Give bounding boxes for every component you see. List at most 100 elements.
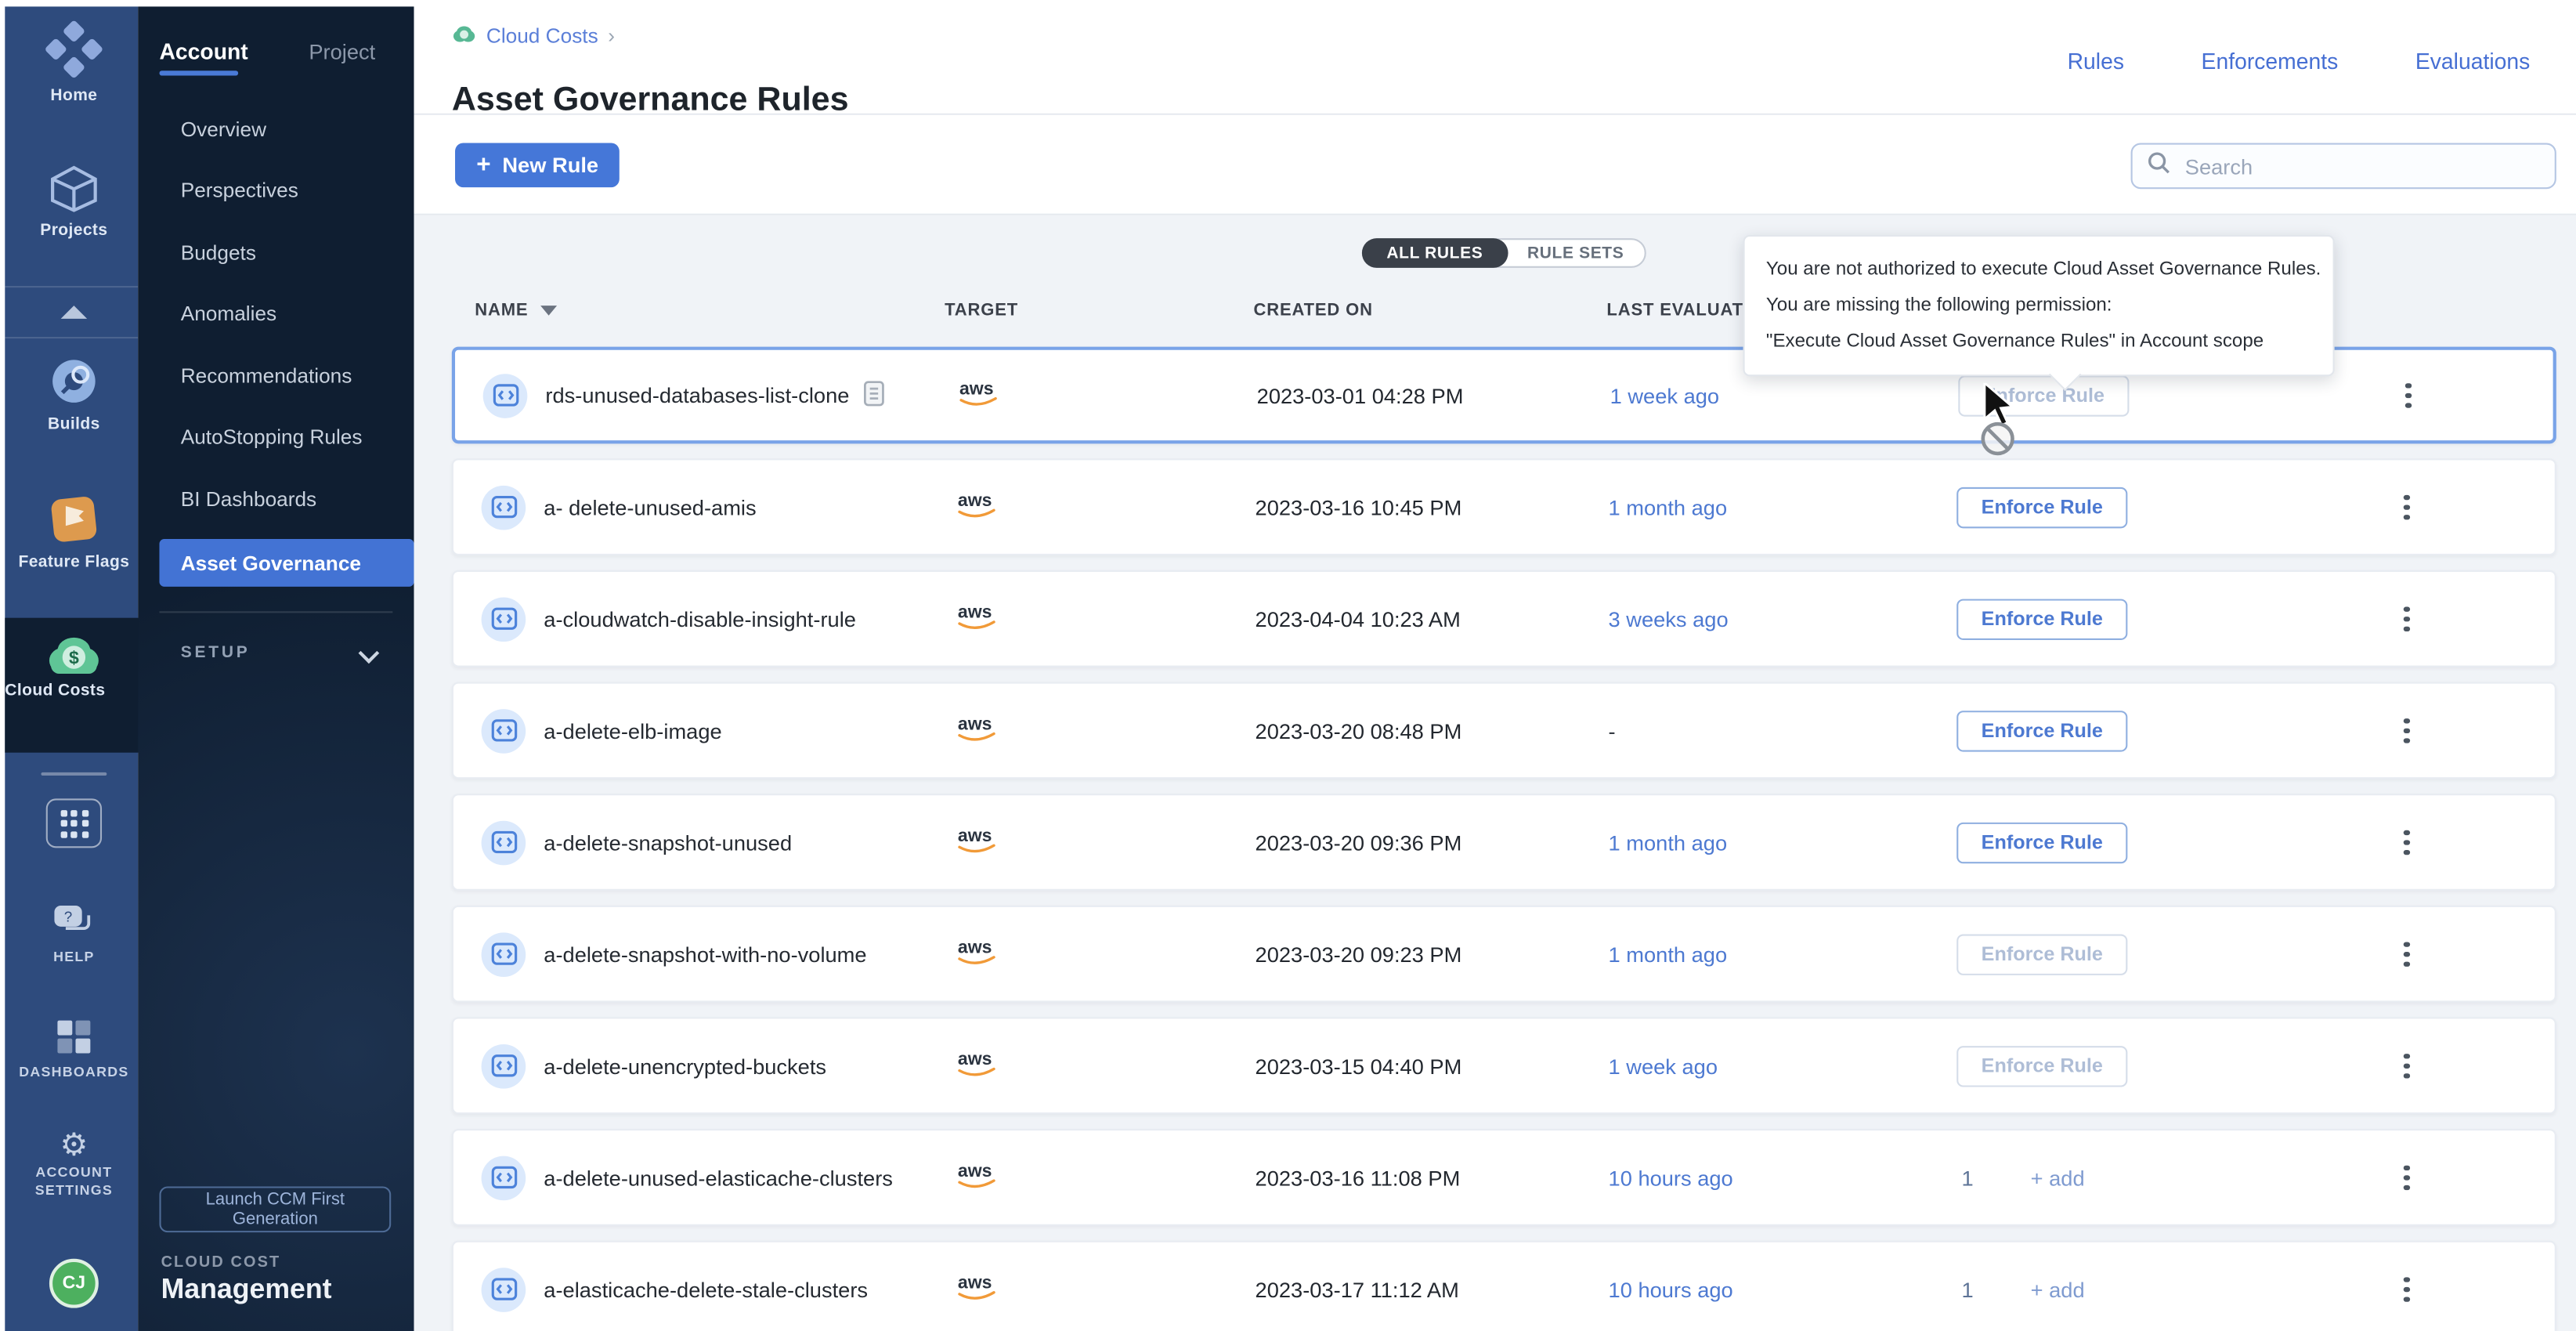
search-input[interactable] (2182, 152, 2511, 180)
rule-name[interactable]: a- delete-unused-amis (544, 494, 756, 519)
table-row[interactable]: a-delete-unencrypted-buckets aws 2023-03… (452, 1017, 2556, 1114)
rule-name[interactable]: a-delete-elb-image (544, 718, 721, 743)
enforce-rule-button[interactable]: Enforce Rule (1956, 822, 2127, 863)
header-links: Rules Enforcements Evaluations (2068, 49, 2531, 74)
last-evaluation-link[interactable]: 1 month ago (1609, 494, 1728, 519)
enforce-rule-button-disabled[interactable]: Enforce Rule (1956, 933, 2127, 974)
table-row[interactable]: a- delete-unused-amis aws 2023-03-16 10:… (452, 458, 2556, 555)
row-menu-button[interactable] (2397, 1158, 2415, 1196)
rule-name[interactable]: a-delete-unused-elasticache-clusters (544, 1165, 893, 1189)
rail-item-home[interactable]: Home (5, 20, 143, 105)
rule-icon (482, 708, 526, 753)
table-row[interactable]: a-delete-elb-image aws 2023-03-20 08:48 … (452, 682, 2556, 779)
sidenav-item-bi-dashboards[interactable]: BI Dashboards (181, 488, 316, 511)
main-content: Cloud Costs › Asset Governance Rules Rul… (414, 0, 2576, 1331)
sidenav-item-overview[interactable]: Overview (181, 118, 266, 141)
launch-ccm-first-gen-button[interactable]: Launch CCM First Generation (159, 1186, 391, 1232)
sidenav-item-autostopping-rules[interactable]: AutoStopping Rules (181, 425, 363, 448)
row-menu-button[interactable] (2397, 711, 2415, 750)
rule-name[interactable]: a-delete-snapshot-with-no-volume (544, 942, 866, 966)
link-enforcements[interactable]: Enforcements (2202, 49, 2339, 74)
new-rule-button[interactable]: + New Rule (455, 143, 620, 187)
link-evaluations[interactable]: Evaluations (2415, 49, 2530, 74)
sidenav-item-recommendations[interactable]: Recommendations (181, 365, 352, 388)
last-evaluation-link[interactable]: 1 month ago (1609, 942, 1728, 966)
created-on: 2023-03-20 08:48 PM (1255, 718, 1462, 743)
row-menu-button[interactable] (2397, 1047, 2415, 1085)
chevron-down-icon[interactable] (359, 642, 380, 664)
last-evaluation-link[interactable]: 10 hours ago (1609, 1165, 1733, 1189)
row-menu-button[interactable] (2398, 376, 2417, 414)
tab-account-underline (159, 71, 238, 75)
tab-account[interactable]: Account (159, 39, 247, 63)
rule-name[interactable]: a-cloudwatch-disable-insight-rule (544, 606, 856, 631)
copy-icon[interactable] (862, 378, 885, 411)
rail-item-account-settings[interactable]: ⚙ ACCOUNT SETTINGS (5, 1130, 143, 1199)
rail-item-projects[interactable]: Projects (5, 165, 143, 240)
permission-tooltip: You are not authorized to execute Cloud … (1743, 235, 2335, 376)
add-enforcement-link[interactable]: + add (2031, 1165, 2085, 1189)
row-menu-button[interactable] (2397, 935, 2415, 973)
add-enforcement-link[interactable]: + add (2031, 1277, 2085, 1301)
rule-name[interactable]: a-delete-unencrypted-buckets (544, 1054, 826, 1078)
column-header-name[interactable]: NAME (475, 301, 556, 320)
table-row[interactable]: a-cloudwatch-disable-insight-rule aws 20… (452, 570, 2556, 667)
table-row[interactable]: a-delete-snapshot-unused aws 2023-03-20 … (452, 794, 2556, 891)
table-row[interactable]: a-elasticache-delete-stale-clusters aws … (452, 1241, 2556, 1331)
projects-cube-icon (48, 192, 100, 220)
plus-icon: + (476, 153, 490, 177)
toolbar: + New Rule (414, 115, 2576, 215)
toggle-all-rules[interactable]: ALL RULES (1362, 238, 1508, 268)
svg-text:aws: aws (958, 936, 992, 957)
toggle-rule-sets[interactable]: RULE SETS (1506, 240, 1646, 266)
rule-name[interactable]: a-elasticache-delete-stale-clusters (544, 1277, 868, 1301)
rail-label-account-settings: ACCOUNT SETTINGS (5, 1163, 143, 1199)
module-picker-button[interactable] (46, 798, 102, 848)
row-menu-button[interactable] (2397, 487, 2415, 526)
sidenav-item-budgets[interactable]: Budgets (181, 241, 256, 264)
row-menu-button[interactable] (2397, 599, 2415, 638)
rail-item-feature-flags[interactable]: Feature Flags (5, 493, 143, 572)
rail-item-dashboards[interactable]: DASHBOARDS (5, 1018, 143, 1081)
last-evaluation-link[interactable]: 1 week ago (1609, 1054, 1718, 1078)
rail-item-builds[interactable]: Builds (5, 355, 143, 434)
enforce-rule-button[interactable]: Enforce Rule (1956, 599, 2127, 639)
last-evaluation-link[interactable]: 1 week ago (1610, 383, 1719, 407)
setup-section-label[interactable]: SETUP (181, 644, 251, 662)
sidenav-item-asset-governance[interactable]: Asset Governance (159, 539, 414, 587)
last-evaluation-link[interactable]: 1 month ago (1609, 830, 1728, 854)
breadcrumb-cloud-costs[interactable]: Cloud Costs (486, 24, 598, 47)
rail-item-help[interactable]: ? HELP (5, 904, 143, 967)
grid-icon (60, 809, 89, 837)
rail-label-dashboards: DASHBOARDS (5, 1063, 143, 1081)
enforcement-count: 1 (1962, 1277, 1974, 1301)
sidenav-item-anomalies[interactable]: Anomalies (181, 302, 276, 325)
enforce-rule-button[interactable]: Enforce Rule (1956, 486, 2127, 527)
rail-collapse[interactable] (5, 286, 143, 338)
sidenav-item-perspectives[interactable]: Perspectives (181, 179, 298, 202)
rail-item-cloud-costs-active[interactable]: $ Cloud Costs (5, 618, 143, 753)
rule-name[interactable]: rds-unused-databases-list-clone (545, 383, 849, 407)
rule-name[interactable]: a-delete-snapshot-unused (544, 830, 792, 854)
svg-text:aws: aws (958, 1047, 992, 1068)
tooltip-line-3: "Execute Cloud Asset Governance Rules" i… (1766, 324, 2311, 360)
last-evaluation-link[interactable]: 10 hours ago (1609, 1277, 1733, 1301)
aws-target-icon: aws (955, 1269, 1001, 1308)
row-menu-button[interactable] (2397, 823, 2415, 861)
last-evaluation-link[interactable]: 3 weeks ago (1609, 606, 1729, 631)
rule-icon (483, 373, 528, 418)
enforcement-count: 1 (1962, 1165, 1974, 1189)
rail-label-feature-flags: Feature Flags (5, 554, 143, 572)
table-row[interactable]: a-delete-unused-elasticache-clusters aws… (452, 1129, 2556, 1226)
enforce-rule-button-disabled[interactable]: Enforce Rule (1956, 1045, 2127, 1086)
enforce-rule-button[interactable]: Enforce Rule (1956, 710, 2127, 750)
tab-project[interactable]: Project (309, 39, 375, 63)
user-avatar[interactable]: CJ (49, 1259, 99, 1308)
search-box[interactable] (2131, 143, 2556, 189)
row-menu-button[interactable] (2397, 1270, 2415, 1308)
link-rules[interactable]: Rules (2068, 49, 2124, 74)
cursor-pointer (1974, 383, 2030, 467)
created-on: 2023-04-04 10:23 AM (1255, 606, 1461, 631)
table-row[interactable]: a-delete-snapshot-with-no-volume aws 202… (452, 906, 2556, 1003)
help-chat-icon: ? (52, 919, 96, 947)
